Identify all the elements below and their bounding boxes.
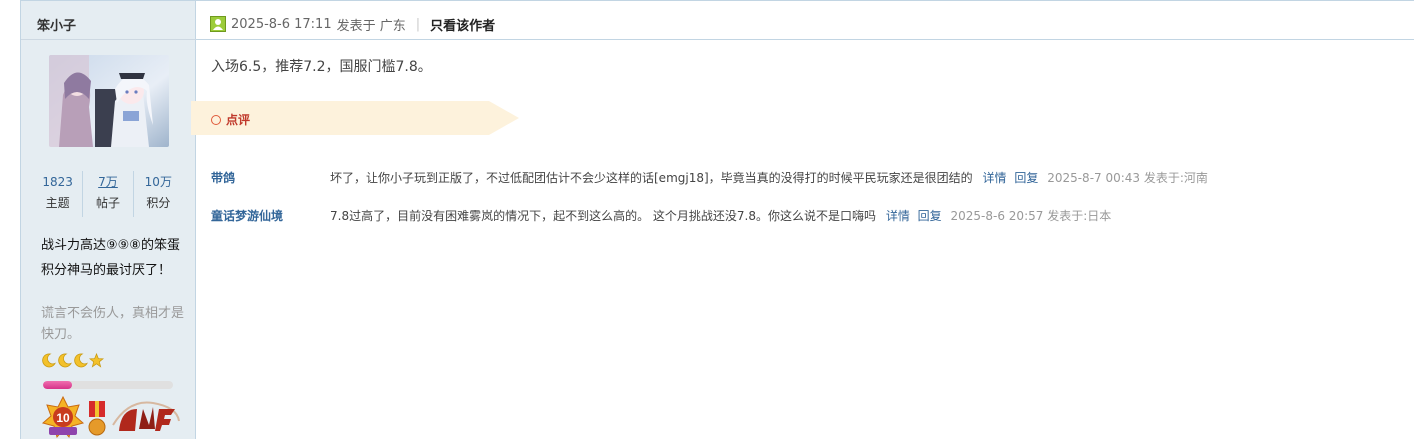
meta-divider: | [415,16,421,32]
user-online-icon [210,16,226,32]
comment-circle-icon [211,114,221,125]
medal-list: 10 [41,395,183,439]
post-meta: 2025-8-6 17:11 发表于 广东 | 只看该作者 [210,15,495,34]
post-location: 发表于 广东 [336,18,406,34]
author-name[interactable]: 笨小子 [37,15,76,34]
moon-icon [58,353,72,368]
stat-credits-value[interactable]: 10万 [134,171,183,193]
comment-detail-link[interactable]: 详情 [886,209,910,223]
stat-threads-label: 主题 [45,196,70,210]
comment-text: 7.8过高了，目前没有困难雾岚的情况下，起不到这么高的。 这个月挑战还没7.8。… [330,209,876,223]
custom-title: 战斗力高达⑨⑨⑧的笨蛋积分神马的最讨厌了！ [41,238,180,278]
dnf-logo-icon[interactable] [109,395,183,439]
comment-section-title: 点评 [211,111,250,128]
header-divider [196,39,1414,40]
star-icon [89,353,104,368]
comment-body: 7.8过高了，目前没有困难雾岚的情况下，起不到这么高的。 这个月挑战还没7.8。… [330,208,1111,224]
author-stats: 1823 主题 7万 帖子 10万 积分 [33,171,183,217]
comment-item: 童话梦游仙境 7.8过高了，目前没有困难雾岚的情况下，起不到这么高的。 这个月挑… [211,208,1111,224]
comment-reply-link[interactable]: 回复 [918,209,942,223]
comment-time: 2025-8-7 00:43 发表于:河南 [1047,171,1208,185]
stat-posts-value[interactable]: 7万 [83,171,132,193]
stat-threads[interactable]: 1823 主题 [33,171,82,217]
stat-threads-value[interactable]: 1823 [33,171,82,193]
stat-posts[interactable]: 7万 帖子 [82,171,132,217]
author-sidebar: 笨小子 1823 主题 7万 帖子 10万 积分 战斗力高达⑨⑨⑧的笨蛋积分神马… [20,1,197,439]
comment-user[interactable]: 带鸽 [211,170,330,186]
level-stars[interactable] [41,353,104,368]
avatar[interactable] [49,55,169,147]
stat-credits[interactable]: 10万 积分 [132,171,183,217]
only-author-link[interactable]: 只看该作者 [430,15,495,34]
moon-icon [74,353,88,368]
level-progress-bar [43,381,173,389]
svg-text:10: 10 [56,411,70,425]
stat-credits-label: 积分 [146,196,171,210]
comment-reply-link[interactable]: 回复 [1014,171,1038,185]
moon-icon [42,353,56,368]
comment-time: 2025-8-6 20:57 发表于:日本 [950,209,1112,223]
comment-body: 坏了，让你小子玩到正版了，不过低配团估计不会少这样的话[emgj18]，毕竟当真… [330,170,1208,186]
top-border [20,0,1414,1]
level-progress-fill [43,381,72,389]
user-motto: 谎言不会伤人，真相才是快刀。 [41,306,185,342]
comment-text: 坏了，让你小子玩到正版了，不过低配团估计不会少这样的话[emgj18]，毕竟当真… [330,171,973,185]
sidebar-divider [21,39,197,40]
comment-user[interactable]: 童话梦游仙境 [211,208,330,224]
post-date: 2025-8-6 17:11 [231,16,332,32]
comment-detail-link[interactable]: 详情 [983,171,1007,185]
comment-item: 带鸽 坏了，让你小子玩到正版了，不过低配团估计不会少这样的话[emgj18]，毕… [211,170,1208,186]
post-content: 入场6.5，推荐7.2，国服门槛7.8。 [211,59,432,75]
colg-badge-icon[interactable]: 10 [41,395,85,439]
medal-ribbon-icon[interactable] [85,395,109,439]
comment-title-text: 点评 [226,113,251,127]
stat-posts-label: 帖子 [95,196,120,210]
